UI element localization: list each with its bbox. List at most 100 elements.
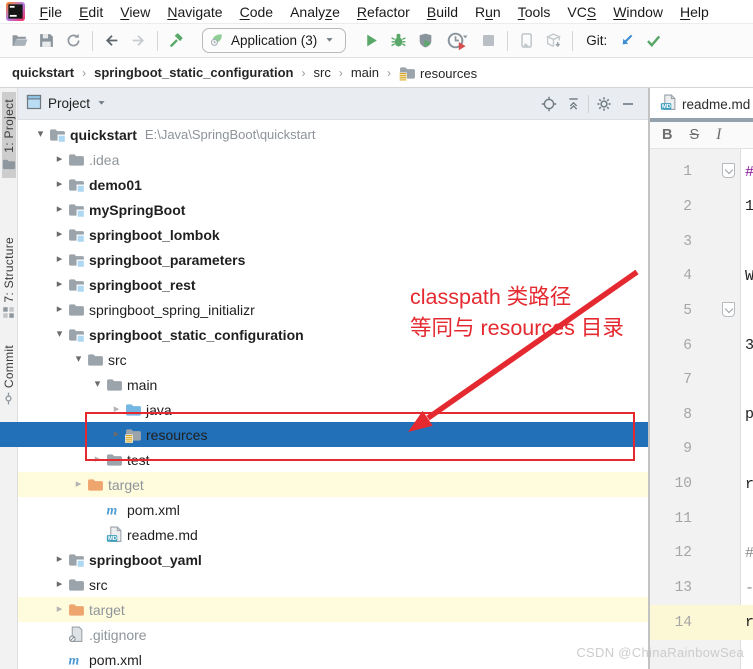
breadcrumb-item-resources[interactable]: resources [397,64,479,81]
editor-body[interactable]: 1#2134W56378p910r1112#13-14r [650,149,753,669]
folder-icon [87,351,107,368]
breadcrumb-separator: › [387,65,392,80]
tree-item-label: target [108,476,144,493]
expand-arrow-icon[interactable]: ▸ [51,547,68,572]
editor-tab-bar: MD readme.md [650,88,753,118]
editor-text-fragment: r [745,614,753,632]
tree-row-demo01[interactable]: ▸ demo01 [18,172,648,197]
expand-arrow-icon[interactable]: ▸ [51,297,68,322]
breadcrumb-item-main[interactable]: main [349,65,381,80]
tree-row-main[interactable]: ▾ main [18,372,648,397]
menu-item-build[interactable]: Build [418,4,466,20]
expand-arrow-icon[interactable]: ▾ [89,372,106,397]
tree-row-pom.xml[interactable]: ▸mpom.xml [18,497,648,522]
menu-item-tools[interactable]: Tools [509,4,559,20]
expand-arrow-icon[interactable]: ▸ [51,197,68,222]
tree-row-quickstart[interactable]: ▾ quickstart E:\Java\SpringBoot\quickstart [18,122,648,147]
menu-item-file[interactable]: File [31,4,71,20]
save-all-icon[interactable] [33,29,60,53]
expand-arrow-icon[interactable]: ▾ [70,347,87,372]
tool-window-button-commit[interactable]: Commit [2,338,16,412]
tool-window-button-structure[interactable]: 7: Structure [2,230,16,327]
expand-arrow-icon[interactable]: ▸ [51,147,68,172]
tree-row-myspringboot[interactable]: ▸ mySpringBoot [18,197,648,222]
menu-item-analyze[interactable]: Analyze [282,4,349,20]
tree-row-src[interactable]: ▾ src [18,347,648,372]
locate-file-icon[interactable] [537,92,561,116]
expand-arrow-icon[interactable]: ▸ [51,222,68,247]
menu-item-view[interactable]: View [112,4,159,20]
menu-item-code[interactable]: Code [231,4,281,20]
breadcrumb-item-springboot_static_configuration[interactable]: springboot_static_configuration [92,65,295,80]
tree-row-java[interactable]: ▸ java [18,397,648,422]
expand-arrow-icon[interactable]: ▸ [89,447,106,472]
collapse-all-icon[interactable] [561,92,585,116]
tree-row-.gitignore[interactable]: ▸.gitignore [18,622,648,647]
profiler-icon[interactable] [439,29,475,53]
strikethrough-icon[interactable]: S [689,127,699,143]
tree-row-resources[interactable]: ▸ resources [0,422,648,447]
expand-arrow-icon[interactable]: ▸ [51,272,68,297]
menu-item-refactor[interactable]: Refactor [348,4,418,20]
fold-marker-icon[interactable] [722,163,735,178]
italic-icon[interactable]: I [716,126,721,144]
run-with-coverage-icon[interactable] [412,29,439,53]
tab-readme-md[interactable]: MD readme.md [650,90,753,118]
expand-arrow-icon[interactable]: ▾ [51,322,68,347]
menu-item-run[interactable]: Run [467,4,510,20]
menu-item-help[interactable]: Help [672,4,718,20]
breadcrumb-item-quickstart[interactable]: quickstart [10,65,76,80]
breadcrumb-item-src[interactable]: src [311,65,332,80]
tree-row-target[interactable]: ▸ target [18,597,648,622]
menu-item-edit[interactable]: Edit [71,4,112,20]
build-hammer-icon[interactable] [163,29,190,53]
tree-row-springboot_static_configuration[interactable]: ▾ springboot_static_configuration [18,322,648,347]
expand-arrow-icon[interactable]: ▸ [70,472,87,497]
run-icon[interactable] [358,29,385,53]
expand-arrow-icon[interactable]: ▸ [51,247,68,272]
tree-row-springboot_spring_initializr[interactable]: ▸ springboot_spring_initializr [18,297,648,322]
tree-row-target[interactable]: ▸ target [18,472,648,497]
sync-refresh-icon[interactable] [60,29,87,53]
git-update-icon[interactable] [613,29,640,53]
project-panel-title: Project [48,96,91,111]
tree-row-springboot_yaml[interactable]: ▸ springboot_yaml [18,547,648,572]
line-number: 2 [683,198,692,215]
bold-icon[interactable]: B [662,127,672,143]
tree-row-.idea[interactable]: ▸ .idea [18,147,648,172]
menu-item-window[interactable]: Window [605,4,672,20]
tree-row-springboot_lombok[interactable]: ▸ springboot_lombok [18,222,648,247]
run-configuration-label: Application (3) [231,33,318,48]
tree-row-springboot_rest[interactable]: ▸ springboot_rest [18,272,648,297]
hide-panel-icon[interactable] [616,92,640,116]
tree-row-readme.md[interactable]: ▸MDreadme.md [18,522,648,547]
expand-arrow-icon[interactable]: ▸ [108,422,125,447]
tree-row-src[interactable]: ▸ src [18,572,648,597]
back-icon[interactable] [98,29,125,53]
line-number: 14 [674,614,692,631]
toolbar-divider [157,30,158,51]
gear-icon[interactable] [592,92,616,116]
svg-text:MD: MD [108,536,117,542]
chevron-down-icon[interactable] [95,96,108,112]
tree-row-springboot_parameters[interactable]: ▸ springboot_parameters [18,247,648,272]
expand-arrow-icon[interactable]: ▸ [108,397,125,422]
header-divider [588,94,589,113]
menu-item-vcs[interactable]: VCS [559,4,605,20]
fold-marker-icon[interactable] [722,301,735,317]
tool-window-button-project[interactable]: 1: Project [1,92,16,178]
folder-icon [106,376,126,393]
tree-row-test[interactable]: ▸ test [18,447,648,472]
debug-bug-icon[interactable] [385,29,412,53]
expand-arrow-icon[interactable]: ▸ [51,172,68,197]
expand-arrow-icon[interactable]: ▾ [32,122,49,147]
expand-arrow-icon[interactable]: ▸ [51,597,68,622]
expand-arrow-icon[interactable]: ▸ [51,572,68,597]
tree-row-pom.xml[interactable]: ▸mpom.xml [18,647,648,669]
git-commit-check-icon[interactable] [640,29,667,53]
module-folder-icon [68,201,88,218]
run-configuration-select[interactable]: Application (3) [202,28,347,53]
open-project-icon[interactable] [6,29,33,53]
menu-item-navigate[interactable]: Navigate [159,4,231,20]
forward-icon[interactable] [125,29,152,53]
